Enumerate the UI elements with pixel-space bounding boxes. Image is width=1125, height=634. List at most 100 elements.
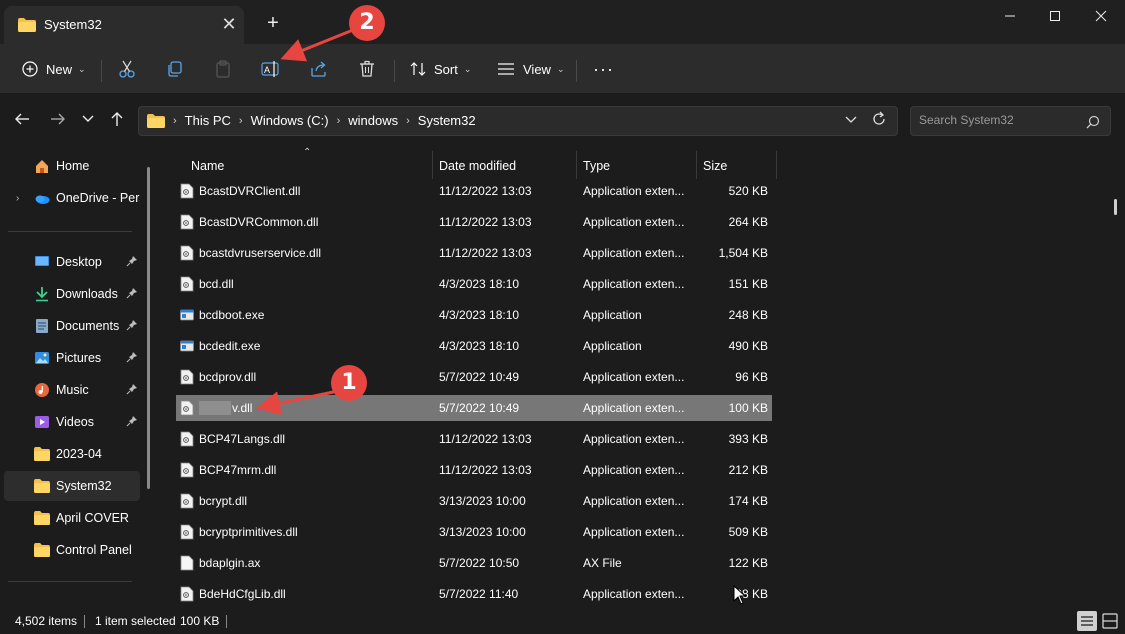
- rename-button[interactable]: A: [261, 54, 281, 84]
- column-header-name[interactable]: Name: [191, 151, 224, 181]
- column-divider[interactable]: [696, 151, 697, 179]
- maximize-icon: [1050, 11, 1060, 21]
- address-bar[interactable]: › This PC › Windows (C:) › windows › Sys…: [138, 106, 898, 136]
- share-button[interactable]: [310, 54, 328, 84]
- breadcrumb-windows[interactable]: windows: [348, 113, 398, 128]
- address-history-button[interactable]: [845, 113, 857, 128]
- column-divider[interactable]: [432, 151, 433, 179]
- file-name: bcrypt.dll: [199, 494, 247, 508]
- tab-system32[interactable]: System32 ✕: [4, 6, 244, 44]
- delete-button[interactable]: [358, 54, 376, 84]
- folder-icon: [34, 479, 50, 493]
- sidebar-item-onedrive[interactable]: › OneDrive - Perso: [4, 183, 140, 213]
- table-row[interactable]: bcastdvruserservice.dll 11/12/2022 13:03 A…: [176, 240, 772, 266]
- copy-button[interactable]: [166, 54, 184, 84]
- maximize-button[interactable]: [1033, 2, 1077, 30]
- sidebar-item-system32[interactable]: System32: [4, 471, 140, 501]
- search-box[interactable]: [910, 106, 1111, 136]
- chevron-right-icon[interactable]: ›: [16, 193, 19, 204]
- folder-icon: [34, 543, 50, 557]
- sidebar-item-videos[interactable]: Videos: [4, 407, 140, 437]
- chevron-down-icon: ⌄: [463, 63, 472, 74]
- file-name: bcdprov.dll: [199, 370, 256, 384]
- file-date-modified: 4/3/2023 18:10: [439, 339, 520, 353]
- minimize-button[interactable]: [988, 2, 1032, 30]
- table-row[interactable]: bcrypt.dll 3/13/2023 10:00 Application ext…: [176, 488, 772, 514]
- table-row[interactable]: BCP47mrm.dll 11/12/2022 13:03 Application …: [176, 457, 772, 483]
- file-name-text: bcd.dll: [199, 277, 234, 291]
- table-row[interactable]: v.dll 5/7/2022 10:49 Application exten... 1…: [176, 395, 772, 421]
- breadcrumb-this-pc[interactable]: This PC: [185, 113, 231, 128]
- sidebar-item-label: 2023-04: [56, 447, 102, 461]
- search-icon[interactable]: [1086, 115, 1100, 129]
- forward-button[interactable]: [47, 111, 69, 131]
- table-row[interactable]: BdeHdCfgLib.dll 5/7/2022 11:40 Application…: [176, 581, 772, 607]
- sort-button[interactable]: Sort ⌄: [410, 54, 471, 84]
- search-input[interactable]: [919, 113, 1079, 127]
- view-button[interactable]: View ⌄: [497, 54, 565, 84]
- column-header-type[interactable]: Type: [583, 151, 610, 181]
- breadcrumb-windows-c[interactable]: Windows (C:): [251, 113, 329, 128]
- refresh-button[interactable]: [871, 111, 887, 131]
- back-button[interactable]: [11, 111, 33, 131]
- dll-file-icon: [180, 214, 194, 230]
- table-row[interactable]: BCP47Langs.dll 11/12/2022 13:03 Applicatio…: [176, 426, 772, 452]
- divider: [84, 615, 85, 628]
- paste-button[interactable]: [214, 54, 232, 84]
- sidebar-item-april-cover[interactable]: April COVER: [4, 503, 140, 533]
- column-header-date-modified[interactable]: Date modified: [439, 151, 516, 181]
- file-name-text: BcastDVRCommon.dll: [199, 215, 319, 229]
- sidebar-item-pictures[interactable]: Pictures: [4, 343, 140, 373]
- table-row[interactable]: BcastDVRCommon.dll 11/12/2022 13:03 Applic…: [176, 209, 772, 235]
- file-name-text: bcrypt.dll: [199, 494, 248, 508]
- details-view-button[interactable]: [1077, 611, 1097, 631]
- pin-icon: [126, 384, 137, 395]
- column-divider[interactable]: [576, 151, 577, 179]
- dll-file-icon: [180, 276, 194, 292]
- close-tab-icon[interactable]: ✕: [219, 14, 239, 34]
- folder-icon: [34, 511, 50, 525]
- file-name-text: bcryptprimitives.dll: [199, 525, 298, 539]
- file-date-modified: 11/12/2022 13:03: [439, 215, 532, 229]
- chevron-down-icon: [82, 115, 94, 122]
- folder-icon: [147, 113, 165, 128]
- file-list-scrollbar[interactable]: [1114, 199, 1117, 215]
- sidebar-item-label: April COVER: [56, 511, 129, 525]
- tiles-view-button[interactable]: [1100, 611, 1120, 631]
- close-window-button[interactable]: [1079, 2, 1123, 30]
- chevron-right-icon: ›: [173, 114, 177, 127]
- sidebar-item-desktop[interactable]: Desktop: [4, 247, 140, 277]
- sidebar-item-control-panel[interactable]: Control Panel: [4, 535, 140, 565]
- column-header-size[interactable]: Size: [703, 151, 727, 181]
- downloads-icon: [36, 287, 48, 302]
- file-name: bcryptprimitives.dll: [199, 525, 298, 539]
- table-row[interactable]: bcdprov.dll 5/7/2022 10:49 Application ext…: [176, 364, 772, 390]
- table-row[interactable]: bcryptprimitives.dll 3/13/2023 10:00 Appli…: [176, 519, 772, 545]
- selection-count: 1 item selected: [95, 614, 176, 628]
- up-button[interactable]: [106, 111, 128, 131]
- sidebar-item-documents[interactable]: Documents: [4, 311, 140, 341]
- table-row[interactable]: bcd.dll 4/3/2023 18:10 Application exten..…: [176, 271, 772, 297]
- sidebar-item-home[interactable]: Home: [4, 151, 140, 181]
- sidebar-item-label: Home: [56, 159, 90, 173]
- table-row[interactable]: bcdedit.exe 4/3/2023 18:10 Application 490 …: [176, 333, 772, 359]
- dll-file-icon: [180, 400, 194, 416]
- cut-button[interactable]: [118, 54, 136, 84]
- table-row[interactable]: bdaplgin.ax 5/7/2022 10:50 AX File 122 KB: [176, 550, 772, 576]
- column-divider[interactable]: [776, 151, 777, 179]
- table-row[interactable]: BcastDVRClient.dll 11/12/2022 13:03 Applic…: [176, 178, 772, 204]
- recent-locations-button[interactable]: [77, 111, 99, 131]
- new-tab-button[interactable]: +: [262, 12, 284, 34]
- sidebar-scrollbar[interactable]: [147, 167, 150, 489]
- sidebar-item-downloads[interactable]: Downloads: [4, 279, 140, 309]
- file-name: BCP47Langs.dll: [199, 432, 285, 446]
- sidebar-item-2023-04[interactable]: 2023-04: [4, 439, 140, 469]
- file-name: v.dll: [199, 401, 252, 415]
- sidebar-item-music[interactable]: Music: [4, 375, 140, 405]
- chevron-down-icon: ⌄: [556, 63, 565, 74]
- breadcrumb-system32[interactable]: System32: [418, 113, 476, 128]
- selection-size: 100 KB: [180, 614, 220, 628]
- more-options-button[interactable]: ···: [593, 54, 614, 84]
- new-button[interactable]: New ⌄: [22, 54, 86, 84]
- table-row[interactable]: bcdboot.exe 4/3/2023 18:10 Application 248 …: [176, 302, 772, 328]
